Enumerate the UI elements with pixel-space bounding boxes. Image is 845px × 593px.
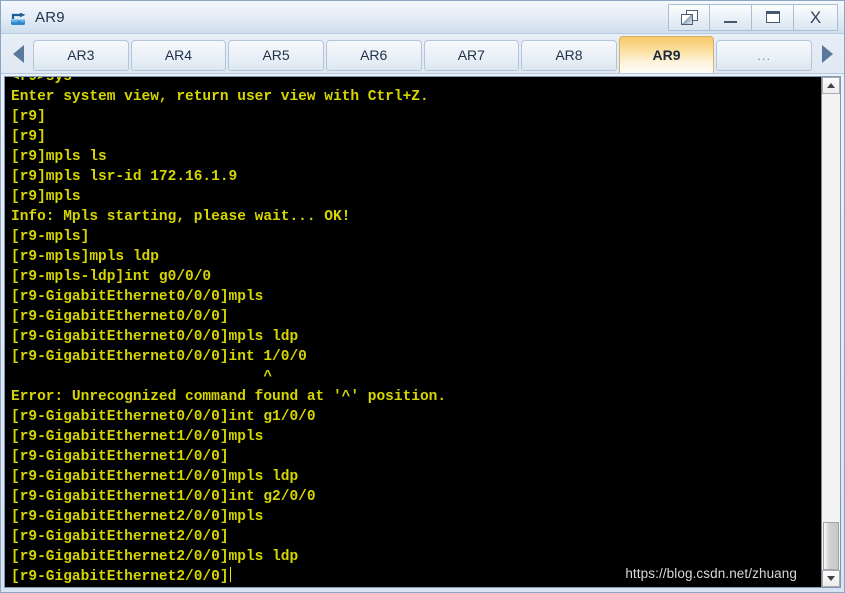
terminal-line: Enter system view, return user view with… [11,89,429,105]
tab-scroll-right-button[interactable] [812,35,842,73]
terminal-line: [r9-mpls]mpls ldp [11,249,159,265]
text-cursor [229,567,231,582]
tab-ar5[interactable]: AR5 [228,39,324,71]
router-cli-window: AR9 X AR3 AR4 AR5 AR6 AR7 AR8 AR9 ... <r… [0,0,845,593]
tab-label: AR5 [262,47,290,63]
terminal-line: <r9>sys [11,77,72,85]
tab-ar6[interactable]: AR6 [325,39,422,71]
tab-bar: AR3 AR4 AR5 AR6 AR7 AR8 AR9 ... [1,34,844,74]
tab-scroll-left-button[interactable] [3,35,33,73]
tab-ar3[interactable]: AR3 [33,39,129,71]
terminal-line: [r9-GigabitEthernet2/0/0]mpls ldp [11,549,299,565]
tab-ar9[interactable]: AR9 [618,35,715,73]
tab-label: AR4 [164,47,193,63]
terminal-line: [r9]mpls ls [11,149,107,165]
restore-button[interactable] [668,3,710,31]
terminal-line: [r9-mpls-ldp]int g0/0/0 [11,269,212,285]
scroll-down-button[interactable] [822,570,840,587]
terminal-line: [r9-GigabitEthernet1/0/0] [11,449,229,465]
terminal-line: ^ [11,369,273,385]
terminal-line: [r9-GigabitEthernet0/0/0]mpls ldp [11,329,299,345]
scroll-up-button[interactable] [822,77,840,94]
terminal-line: [r9-GigabitEthernet1/0/0]mpls ldp [11,469,299,485]
terminal-line: [r9-GigabitEthernet1/0/0]int g2/0/0 [11,489,316,505]
terminal-line: [r9] [11,129,46,145]
chevron-left-icon [12,44,24,63]
terminal-line: [r9]mpls lsr-id 172.16.1.9 [11,169,238,185]
terminal-line: Info: Mpls starting, please wait... OK! [11,209,351,225]
terminal-line: [r9-GigabitEthernet0/0/0]int 1/0/0 [11,349,307,365]
watermark: https://blog.csdn.net/zhuang [625,566,797,581]
tab-label: AR3 [67,47,95,63]
router-icon [9,8,29,28]
close-button[interactable]: X [794,3,838,31]
terminal-prompt: [r9-GigabitEthernet2/0/0] [11,569,229,585]
tab-label: ... [757,47,772,63]
window-title: AR9 [35,8,65,26]
tab-ar8[interactable]: AR8 [521,39,617,71]
terminal-line: [r9-GigabitEthernet1/0/0]mpls [11,429,264,445]
window-controls: X [668,3,838,31]
terminal-line: Error: Unrecognized command found at '^'… [11,389,447,405]
restore-icon [680,9,698,25]
terminal-line: [r9-GigabitEthernet0/0/0]mpls [11,289,264,305]
title-bar: AR9 X [1,1,844,34]
close-icon: X [809,7,822,27]
tab-label: AR8 [555,47,583,63]
chevron-up-icon [827,83,835,88]
terminal-line: [r9-GigabitEthernet0/0/0]int g1/0/0 [11,409,316,425]
terminal-line: [r9-GigabitEthernet0/0/0] [11,309,229,325]
terminal-lines: <r9>sys Enter system view, return user vi… [11,77,821,587]
scrollbar-track[interactable] [822,94,840,570]
tab-label: AR6 [360,47,388,63]
tab-ar4[interactable]: AR4 [130,39,227,71]
terminal-line: [r9-mpls] [11,229,90,245]
terminal-line: [r9-GigabitEthernet2/0/0] [11,529,229,545]
tab-label: AR7 [457,47,485,63]
tab-list: AR3 AR4 AR5 AR6 AR7 AR8 AR9 ... [33,35,812,73]
scrollbar-thumb[interactable] [823,522,839,570]
tab-label: AR9 [652,46,681,63]
minimize-button[interactable] [710,3,752,31]
terminal-line: [r9] [11,109,46,125]
terminal-scrollbar[interactable] [821,77,840,587]
chevron-down-icon [827,576,835,581]
maximize-button[interactable] [752,3,794,31]
chevron-right-icon [821,44,833,63]
terminal-output[interactable]: <r9>sys Enter system view, return user vi… [5,77,821,587]
minimize-icon [724,21,737,23]
terminal-line: [r9-GigabitEthernet2/0/0]mpls [11,509,264,525]
terminal-panel: <r9>sys Enter system view, return user vi… [4,76,841,588]
terminal-line: [r9]mpls [11,189,81,205]
tab-more[interactable]: ... [716,39,812,71]
tab-ar7[interactable]: AR7 [423,39,520,71]
maximize-icon [765,11,780,23]
